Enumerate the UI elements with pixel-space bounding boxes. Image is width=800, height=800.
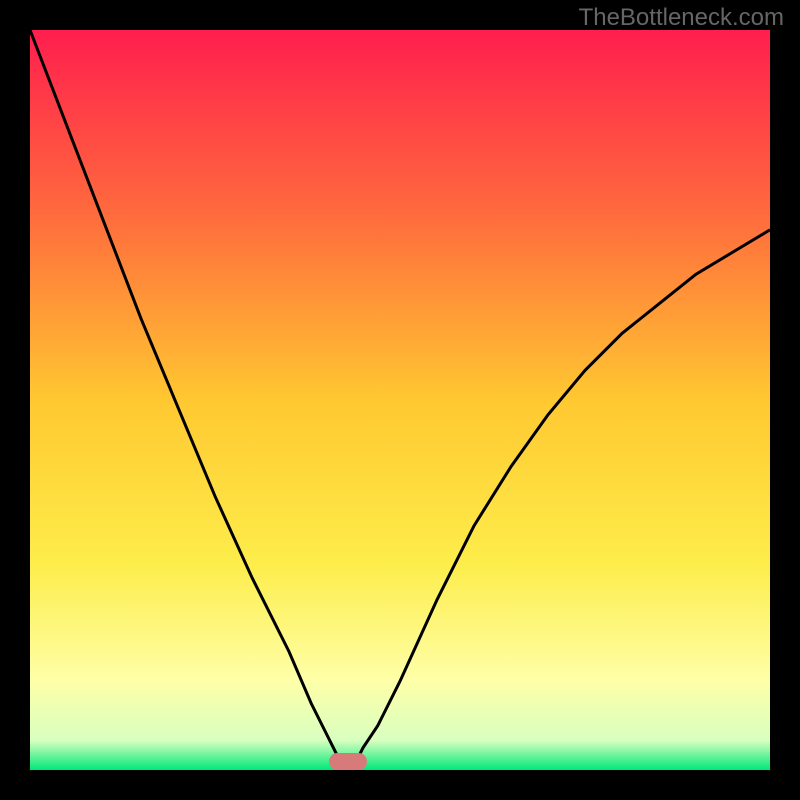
optimal-marker bbox=[329, 753, 367, 770]
watermark-text: TheBottleneck.com bbox=[579, 4, 784, 32]
plot-area bbox=[30, 30, 770, 770]
chart-svg bbox=[30, 30, 770, 770]
gradient-background bbox=[30, 30, 770, 770]
